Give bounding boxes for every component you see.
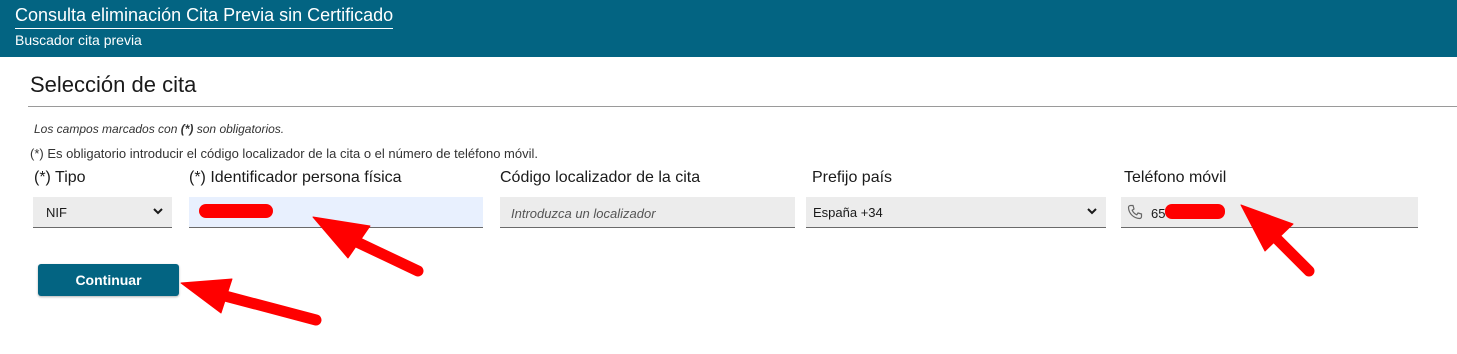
page-title: Selección de cita [30,72,197,97]
breadcrumb[interactable]: Buscador cita previa [15,32,142,48]
tipo-label: (*) Tipo [34,169,86,186]
prefijo-select-value: España +34 [813,205,883,220]
note-prefix: Los campos marcados con [34,122,181,136]
identificador-label: (*) Identificador persona física [189,169,402,186]
chevron-down-icon [152,204,164,218]
annotation-arrow [180,278,322,326]
identificador-input[interactable] [189,197,483,228]
required-note: (*) Es obligatorio introducir el código … [30,146,538,161]
title-divider [28,106,1457,107]
prefijo-label: Prefijo país [812,169,893,186]
telefono-value: 65 [1151,206,1166,221]
note-mark: (*) [180,122,194,136]
phone-icon [1127,204,1143,220]
redaction-mark [199,204,273,218]
tipo-select[interactable]: NIF [33,197,172,228]
localizador-placeholder: Introduzca un localizador [511,206,656,221]
prefijo-select[interactable]: España +34 [806,197,1106,228]
mandatory-fields-note: Los campos marcados con (*) son obligato… [34,122,284,136]
telefono-label: Teléfono móvil [1124,169,1227,186]
header-title: Consulta eliminación Cita Previa sin Cer… [15,5,394,29]
note-suffix: son obligatorios. [193,122,285,136]
telefono-input[interactable]: 65 [1121,197,1418,228]
redaction-mark [1165,204,1225,219]
localizador-input[interactable]: Introduzca un localizador [500,197,795,228]
tipo-select-value: NIF [46,205,67,220]
continue-button[interactable]: Continuar [38,264,179,296]
localizador-label: Código localizador de la cita [500,169,701,186]
app-header: Consulta eliminación Cita Previa sin Cer… [0,0,1457,57]
chevron-down-icon [1086,204,1098,218]
